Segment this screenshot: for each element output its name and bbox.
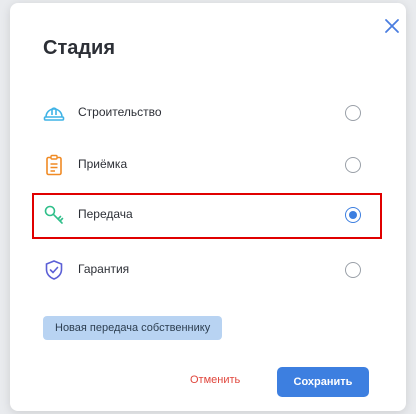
stage-dialog: Стадия Строительство Приёмка Передача Га…	[10, 3, 406, 411]
shield-check-icon	[43, 259, 65, 281]
dialog-title: Стадия	[43, 37, 116, 59]
option-construction[interactable]: Строительство	[32, 91, 382, 137]
radio-warranty[interactable]	[345, 262, 361, 278]
option-label: Гарантия	[78, 262, 130, 276]
option-warranty[interactable]: Гарантия	[32, 248, 382, 294]
new-handover-chip[interactable]: Новая передача собственнику	[43, 316, 223, 340]
clipboard-icon	[43, 154, 65, 176]
radio-acceptance[interactable]	[345, 157, 361, 173]
radio-construction[interactable]	[345, 105, 361, 121]
save-button[interactable]: Сохранить	[277, 367, 369, 397]
key-icon	[43, 204, 65, 226]
cancel-button[interactable]: Отменить	[190, 374, 240, 386]
radio-handover[interactable]	[345, 207, 361, 223]
option-acceptance[interactable]: Приёмка	[32, 143, 382, 189]
option-handover[interactable]: Передача	[32, 193, 382, 239]
hard-hat-icon	[43, 102, 65, 124]
option-label: Приёмка	[78, 157, 128, 171]
close-icon[interactable]	[383, 17, 401, 35]
option-label: Передача	[78, 207, 133, 221]
option-label: Строительство	[78, 105, 162, 119]
